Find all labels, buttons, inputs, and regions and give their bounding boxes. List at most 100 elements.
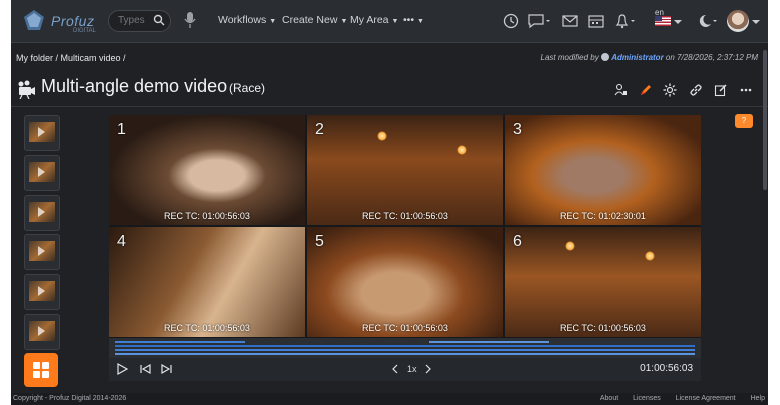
last-modified-suffix: on 7/28/2026, 2:37:12 PM	[665, 53, 758, 62]
camera-view-2[interactable]: 2 REC TC: 01:00:56:03	[307, 115, 503, 225]
speed-down-icon[interactable]	[389, 363, 401, 375]
footer-link-about[interactable]: About	[600, 395, 618, 402]
help-badge[interactable]: ?	[735, 114, 753, 128]
playback-speed: 1x	[407, 364, 417, 374]
timeline-clip	[115, 341, 245, 343]
camera-view-4[interactable]: 4 REC TC: 01:00:56:03	[109, 227, 305, 337]
edit-color-icon[interactable]	[639, 83, 653, 97]
chevron-down-icon: ▼	[391, 18, 399, 25]
camera-number: 1	[117, 121, 126, 138]
rec-timecode: REC TC: 01:00:56:03	[362, 323, 448, 333]
camera-thumbnail[interactable]	[24, 155, 60, 191]
chevron-down-icon: ▼	[417, 18, 424, 25]
camera-thumbnail[interactable]	[24, 195, 60, 231]
link-icon[interactable]	[689, 83, 703, 97]
page-subtitle: (Race)	[229, 81, 266, 95]
timeline-track[interactable]	[109, 338, 701, 358]
nav-my-area[interactable]: My Area ▼	[350, 14, 398, 26]
mail-icon[interactable]	[561, 12, 579, 30]
camera-number: 6	[513, 233, 522, 250]
camera-view-3[interactable]: 3 REC TC: 01:02:30:01	[505, 115, 701, 225]
timeline-clip	[115, 349, 695, 351]
user-lock-icon[interactable]	[614, 83, 628, 97]
more-icon[interactable]	[739, 83, 753, 97]
light-glow	[457, 145, 467, 155]
flag-icon[interactable]	[655, 16, 671, 26]
rec-timecode: REC TC: 01:00:56:03	[164, 211, 250, 221]
chevron-down-icon: ▼	[340, 18, 348, 25]
modified-user-link[interactable]: Administrator	[611, 53, 663, 62]
rec-timecode: REC TC: 01:00:56:03	[164, 323, 250, 333]
timeline-clip	[429, 341, 549, 343]
player-controls: 1x 01:00:56:03	[109, 358, 701, 381]
microphone-icon[interactable]	[184, 11, 196, 29]
rec-timecode: REC TC: 01:00:56:03	[362, 211, 448, 221]
light-glow	[377, 131, 387, 141]
camera-thumbnail[interactable]	[24, 314, 60, 350]
camera-number: 5	[315, 233, 324, 250]
grid-icon	[33, 362, 49, 378]
footer-links: About Licenses License Agreement Help	[587, 395, 765, 402]
footer-link-license-agreement[interactable]: License Agreement	[676, 395, 736, 402]
camera-thumbnail[interactable]	[24, 274, 60, 310]
step-forward-icon[interactable]	[161, 363, 173, 375]
nav-create-new[interactable]: Create New ▼	[282, 14, 347, 26]
multicam-icon	[18, 80, 35, 99]
scrollbar[interactable]	[763, 50, 767, 190]
search-box[interactable]: Types	[108, 10, 171, 32]
step-back-icon[interactable]	[139, 363, 151, 375]
timeline-clip	[115, 353, 695, 355]
camera-view-1[interactable]: 1 REC TC: 01:00:56:03	[109, 115, 305, 225]
nav-workflows[interactable]: Workflows ▼	[218, 14, 276, 26]
timeline-clip	[115, 345, 695, 347]
last-modified-prefix: Last modified by	[540, 53, 599, 62]
chevron-down-icon: ▼	[269, 18, 277, 25]
play-icon[interactable]	[116, 363, 128, 375]
breadcrumb[interactable]: My folder / Multicam video /	[16, 53, 126, 63]
camera-number: 4	[117, 233, 126, 250]
chevron-down-icon[interactable]	[673, 12, 683, 30]
nav-workflows-label: Workflows	[218, 14, 267, 26]
current-time: 01:00:56:03	[640, 363, 693, 374]
grid-view-button[interactable]	[24, 353, 58, 387]
footer-link-licenses[interactable]: Licenses	[633, 395, 661, 402]
play-icon	[38, 167, 45, 177]
top-bar: Profuz DIGITAL Types Workflows ▼ Create N…	[11, 0, 768, 43]
camera-thumbnail[interactable]	[24, 234, 60, 270]
play-icon	[38, 246, 45, 256]
footer-link-help[interactable]: Help	[751, 395, 765, 402]
search-icon[interactable]	[153, 14, 165, 26]
settings-icon[interactable]	[663, 83, 677, 97]
moon-icon[interactable]	[695, 12, 719, 30]
app-frame: Profuz DIGITAL Types Workflows ▼ Create N…	[11, 0, 768, 405]
nav-more[interactable]: ••• ▼	[403, 14, 424, 26]
last-modified: Last modified by Administrator on 7/28/2…	[540, 53, 758, 62]
camera-view-6[interactable]: 6 REC TC: 01:00:56:03	[505, 227, 701, 337]
history-icon[interactable]	[502, 12, 520, 30]
play-icon	[38, 207, 45, 217]
play-icon	[38, 326, 45, 336]
light-glow	[565, 241, 575, 251]
chat-icon[interactable]	[527, 12, 551, 30]
footer: Copyright - Profuz Digital 2014-2026 Abo…	[11, 393, 768, 405]
calendar-icon[interactable]	[587, 12, 605, 30]
camera-number: 2	[315, 121, 324, 138]
avatar[interactable]	[727, 10, 749, 32]
edit-icon[interactable]	[714, 83, 728, 97]
camera-thumbnail[interactable]	[24, 115, 60, 151]
nav-create-new-label: Create New	[282, 14, 338, 26]
copyright-text: Copyright - Profuz Digital 2014-2026	[13, 395, 127, 402]
play-icon	[38, 127, 45, 137]
logo-icon	[24, 10, 44, 30]
search-input[interactable]: Types	[118, 15, 145, 26]
bell-icon[interactable]	[613, 12, 637, 30]
nav-more-label: •••	[403, 14, 415, 26]
speed-up-icon[interactable]	[422, 363, 434, 375]
nav-my-area-label: My Area	[350, 14, 389, 26]
camera-number: 3	[513, 121, 522, 138]
camera-view-5[interactable]: 5 REC TC: 01:00:56:03	[307, 227, 503, 337]
profuz-logo[interactable]: Profuz DIGITAL	[21, 6, 101, 34]
play-icon	[38, 286, 45, 296]
logo-text: Profuz	[51, 13, 95, 29]
chevron-down-icon[interactable]	[751, 12, 761, 30]
